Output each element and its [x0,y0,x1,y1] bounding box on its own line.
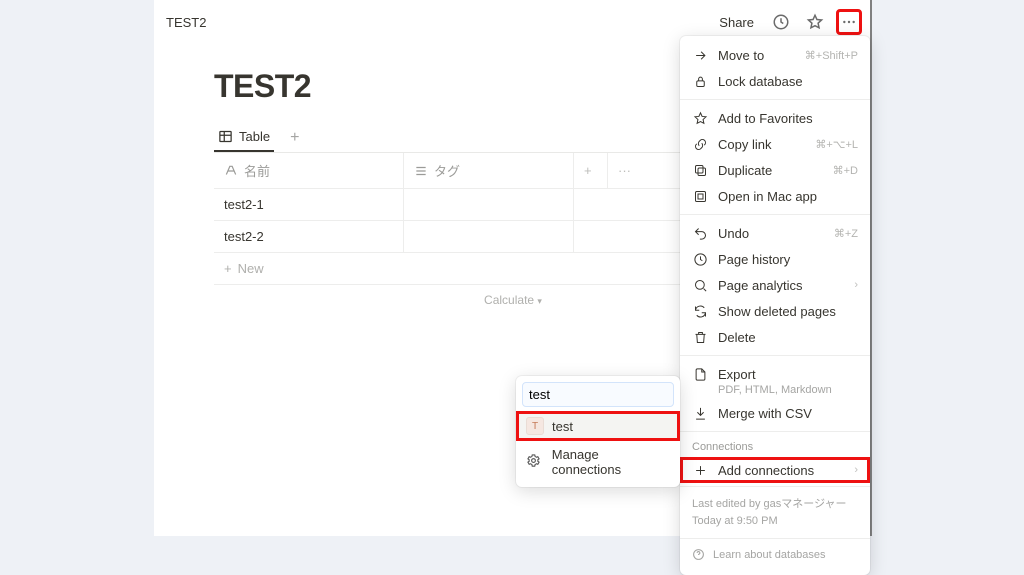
topbar-actions: Share [713,9,862,35]
lock-icon [692,73,708,89]
plus-icon [692,462,708,478]
table-cell-tags[interactable] [404,221,574,252]
chevron-down-icon: ▾ [537,296,542,306]
manage-connections-label: Manage connections [552,447,670,477]
multi-select-prop-icon [414,164,428,178]
window-divider [870,0,872,536]
link-icon [692,136,708,152]
menu-item-page-analytics[interactable]: Page analytics › [680,272,870,298]
connection-result-item[interactable]: T test [516,411,680,441]
title-prop-icon [224,164,238,178]
star-icon [692,110,708,126]
plus-icon: + [224,261,232,276]
download-icon [692,405,708,421]
menu-item-delete[interactable]: Delete [680,324,870,350]
menu-item-duplicate[interactable]: Duplicate ⌘+D [680,157,870,183]
menu-item-copy-link[interactable]: Copy link ⌘+⌥+L [680,131,870,157]
table-cell-tags[interactable] [404,189,574,220]
app-icon [692,188,708,204]
column-header-tags[interactable]: タグ [404,153,574,188]
menu-item-page-history[interactable]: Page history [680,246,870,272]
menu-item-export[interactable]: Export [680,361,870,387]
undo-icon [692,225,708,241]
refresh-icon [692,303,708,319]
connection-result-label: test [552,419,573,434]
duplicate-icon [692,162,708,178]
table-icon [218,129,233,144]
menu-learn-databases[interactable]: Learn about databases [680,542,870,571]
menu-item-show-deleted[interactable]: Show deleted pages [680,298,870,324]
help-icon [692,548,705,561]
new-row-label: New [238,261,264,276]
column-more-button[interactable]: ··· [608,153,642,188]
view-tab-table[interactable]: Table [214,123,274,152]
menu-item-open-mac-app[interactable]: Open in Mac app [680,183,870,209]
analytics-icon [692,277,708,293]
more-menu-button[interactable] [836,9,862,35]
menu-item-add-connections[interactable]: Add connections › [680,457,870,483]
chevron-right-icon: › [854,464,858,476]
chevron-right-icon: › [854,279,858,291]
history-icon [692,251,708,267]
menu-item-move-to[interactable]: Move to ⌘+Shift+P [680,42,870,68]
share-button[interactable]: Share [713,11,760,34]
menu-item-undo[interactable]: Undo ⌘+Z [680,220,870,246]
column-header-name-label: 名前 [244,161,270,180]
trash-icon [692,329,708,345]
connection-app-icon: T [526,417,544,435]
menu-item-merge-csv[interactable]: Merge with CSV [680,400,870,426]
menu-connections-heading: Connections [680,435,870,457]
menu-item-add-favorites[interactable]: Add to Favorites [680,105,870,131]
table-cell-name[interactable]: test2-1 [214,189,404,220]
add-column-button[interactable]: + [574,153,608,188]
column-header-tags-label: タグ [434,161,460,180]
manage-connections-item[interactable]: Manage connections [516,441,680,483]
gear-icon [526,453,544,471]
view-tab-label: Table [239,129,270,144]
column-header-name[interactable]: 名前 [214,153,404,188]
arrow-right-icon [692,47,708,63]
connections-search-input[interactable] [522,382,674,407]
breadcrumb-title[interactable]: TEST2 [164,15,713,30]
favorite-star-icon[interactable] [802,9,828,35]
table-cell-name[interactable]: test2-2 [214,221,404,252]
updates-icon[interactable] [768,9,794,35]
menu-item-lock-database[interactable]: Lock database [680,68,870,94]
export-icon [692,366,708,382]
page-actions-menu: Move to ⌘+Shift+P Lock database Add to F… [680,36,870,575]
add-view-button[interactable]: + [284,129,305,147]
menu-last-edited: Last edited by gasマネージャー Today at 9:50 P… [680,490,870,535]
connections-search-popup: T test Manage connections [516,376,680,487]
